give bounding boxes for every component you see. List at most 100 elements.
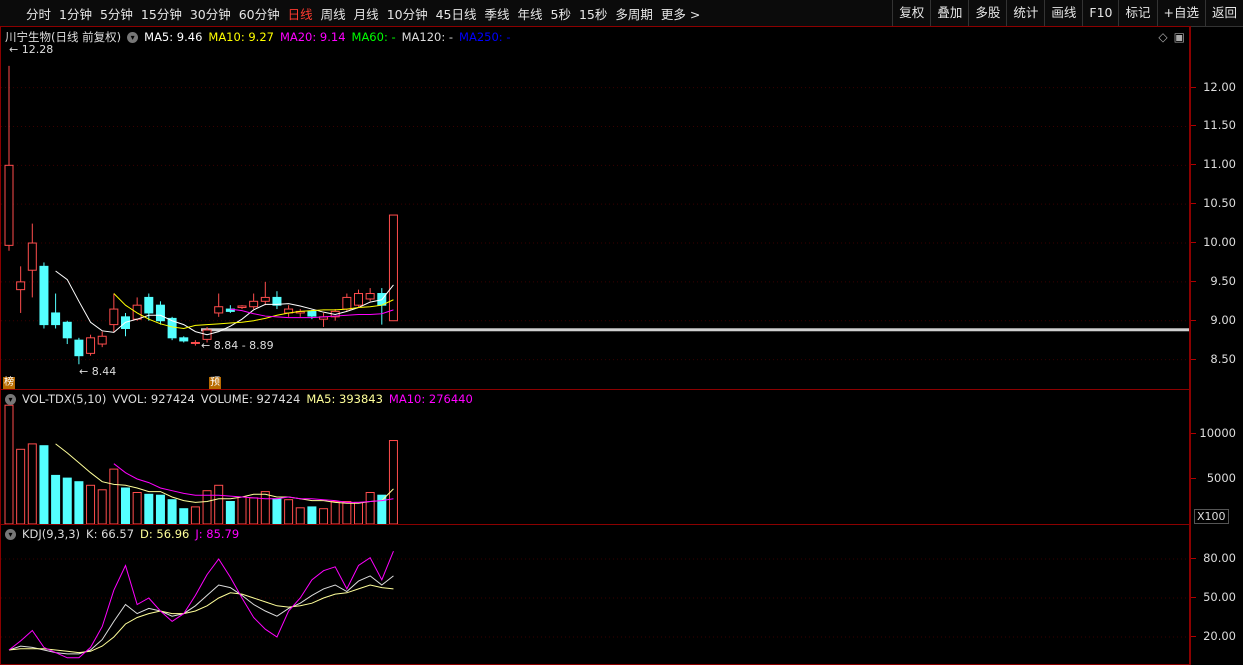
period-tab-1[interactable]: 1分钟 bbox=[55, 4, 96, 23]
candle-body bbox=[86, 337, 96, 354]
period-tab-13[interactable]: 5秒 bbox=[547, 4, 575, 23]
volume-bar bbox=[179, 508, 189, 524]
toolbar-button-1[interactable]: 叠加 bbox=[930, 0, 968, 26]
volume-bar bbox=[144, 493, 154, 524]
candle-body bbox=[388, 214, 398, 322]
ma-legend-item-5: MA250: - bbox=[459, 30, 511, 44]
ma-legend-item-1: MA10: 9.27 bbox=[208, 30, 274, 44]
candle-body bbox=[260, 296, 270, 302]
toolbar-button-3[interactable]: 统计 bbox=[1006, 0, 1044, 26]
kdj-axis: 80.00 50.00 20.00 bbox=[1190, 524, 1243, 665]
volume-bar bbox=[121, 487, 130, 524]
period-tab-10[interactable]: 45日线 bbox=[432, 4, 481, 23]
volume-bar bbox=[167, 499, 177, 524]
kdj-legend-items: KDJ(9,3,3) K: 66.57 D: 56.96 J: 85.79 bbox=[22, 527, 245, 541]
candle-body bbox=[62, 321, 72, 339]
vol-ma10-line bbox=[113, 463, 394, 503]
volume-legend-items: VOL-TDX(5,10) VVOL: 927424 VOLUME: 927424 M… bbox=[22, 392, 479, 406]
kdj-legend-item-1: K: 66.57 bbox=[86, 527, 135, 541]
volume-bar bbox=[319, 508, 329, 524]
period-tab-15[interactable]: 多周期 bbox=[611, 4, 657, 23]
window-icon[interactable]: ▣ bbox=[1174, 30, 1185, 44]
period-tab-2[interactable]: 5分钟 bbox=[96, 4, 137, 23]
volume-bar bbox=[4, 404, 14, 524]
volume-bar bbox=[214, 484, 224, 524]
price-tick-mark bbox=[1191, 319, 1196, 321]
dropdown-icon[interactable]: ▾ bbox=[5, 393, 16, 405]
period-tab-12[interactable]: 年线 bbox=[514, 4, 547, 23]
volume-bar bbox=[249, 497, 259, 524]
high-price-label: ← 12.28 bbox=[9, 43, 54, 56]
period-tab-14[interactable]: 15秒 bbox=[575, 4, 611, 23]
diamond-icon[interactable]: ◇ bbox=[1158, 30, 1167, 44]
price-tick-mark bbox=[1191, 280, 1196, 282]
rank-badge[interactable]: 榜 bbox=[3, 377, 15, 389]
vol-legend-item-2: VOLUME: 927424 bbox=[200, 392, 301, 406]
kdj-panel[interactable]: ▾ KDJ(9,3,3) K: 66.57 D: 56.96 J: 85.79 bbox=[0, 524, 1190, 665]
ma-legend-item-3: MA60: - bbox=[351, 30, 396, 44]
volume-bar bbox=[354, 501, 363, 524]
volume-bar bbox=[97, 489, 107, 524]
candle-body bbox=[190, 341, 200, 344]
period-tab-5[interactable]: 60分钟 bbox=[235, 4, 284, 23]
price-tick-2: 11.00 bbox=[1203, 157, 1236, 172]
period-tab-7[interactable]: 周线 bbox=[317, 4, 350, 23]
ma-legend-item-4: MA120: - bbox=[401, 30, 454, 44]
period-tab-3[interactable]: 15分钟 bbox=[137, 4, 186, 23]
toolbar-button-6[interactable]: 标记 bbox=[1118, 0, 1156, 26]
candle-body bbox=[4, 164, 14, 246]
candle-body bbox=[237, 305, 247, 309]
volume-bar bbox=[16, 448, 26, 524]
candle-body bbox=[354, 293, 363, 306]
price-tick-mark bbox=[1191, 358, 1196, 360]
price-tick-mark bbox=[1191, 86, 1196, 88]
price-chart[interactable] bbox=[1, 27, 1189, 389]
price-tick-mark bbox=[1191, 164, 1196, 166]
volume-bar bbox=[272, 498, 282, 524]
candle-body bbox=[144, 296, 154, 314]
volume-bar bbox=[74, 481, 84, 524]
volume-panel[interactable]: ▾ VOL-TDX(5,10) VVOL: 927424 VOLUME: 92742… bbox=[0, 389, 1190, 525]
vol-legend-item-3: MA5: 393843 bbox=[306, 392, 383, 406]
toolbar-button-5[interactable]: F10 bbox=[1082, 0, 1118, 26]
price-tick-mark bbox=[1191, 125, 1196, 127]
price-tick-5: 9.50 bbox=[1210, 273, 1236, 288]
dropdown-icon[interactable]: ▾ bbox=[127, 31, 139, 43]
volume-tick-0: 10000 bbox=[1199, 426, 1236, 440]
candle-body bbox=[365, 293, 375, 300]
period-tab-9[interactable]: 10分钟 bbox=[383, 4, 432, 23]
forecast-badge[interactable]: 预 bbox=[209, 377, 221, 389]
vol-legend-item-0: VOL-TDX(5,10) bbox=[22, 392, 107, 406]
candle-body bbox=[39, 265, 49, 326]
dropdown-icon[interactable]: ▾ bbox=[5, 528, 16, 540]
volume-bar bbox=[330, 501, 340, 524]
price-chart-panel[interactable]: 川宁生物(日线 前复权) ▾ MA5: 9.46 MA10: 9.27 MA20: … bbox=[0, 26, 1190, 390]
kdj-legend-item-3: J: 85.79 bbox=[195, 527, 240, 541]
volume-bar bbox=[132, 492, 142, 524]
toolbar-button-8[interactable]: 返回 bbox=[1204, 0, 1243, 26]
toolbar-button-7[interactable]: +自选 bbox=[1156, 0, 1205, 26]
kdj-chart[interactable] bbox=[1, 525, 1189, 664]
k-line bbox=[8, 575, 394, 655]
volume-bar bbox=[365, 492, 375, 524]
period-toolbar: 分时 1分钟 5分钟 15分钟 30分钟 60分钟 日线 周线 月线 10分钟 45日线 季线 年线 5秒… bbox=[0, 0, 1243, 27]
period-tab-0[interactable]: 分时 bbox=[22, 4, 55, 23]
toolbar-button-2[interactable]: 多股 bbox=[968, 0, 1006, 26]
volume-bar bbox=[260, 491, 270, 524]
toolbar-button-0[interactable]: 复权 bbox=[892, 0, 930, 26]
toolbar-button-4[interactable]: 画线 bbox=[1044, 0, 1082, 26]
price-legend: 川宁生物(日线 前复权) ▾ MA5: 9.46 MA10: 9.27 MA20: … bbox=[5, 29, 522, 45]
volume-chart[interactable] bbox=[1, 390, 1189, 524]
period-tab-4[interactable]: 30分钟 bbox=[186, 4, 235, 23]
period-tab-11[interactable]: 季线 bbox=[481, 4, 514, 23]
period-tab-8[interactable]: 月线 bbox=[350, 4, 383, 23]
volume-bar bbox=[62, 477, 72, 524]
kdj-legend-item-0: KDJ(9,3,3) bbox=[22, 527, 81, 541]
candle-body bbox=[51, 312, 61, 326]
price-tick-6: 9.00 bbox=[1210, 312, 1236, 327]
period-tab-16[interactable]: 更多 > bbox=[657, 4, 704, 23]
price-tick-1: 11.50 bbox=[1203, 118, 1236, 133]
low-price-label: ← 8.44 bbox=[79, 365, 117, 378]
candle-body bbox=[16, 281, 26, 291]
period-tab-6[interactable]: 日线 bbox=[284, 4, 317, 23]
